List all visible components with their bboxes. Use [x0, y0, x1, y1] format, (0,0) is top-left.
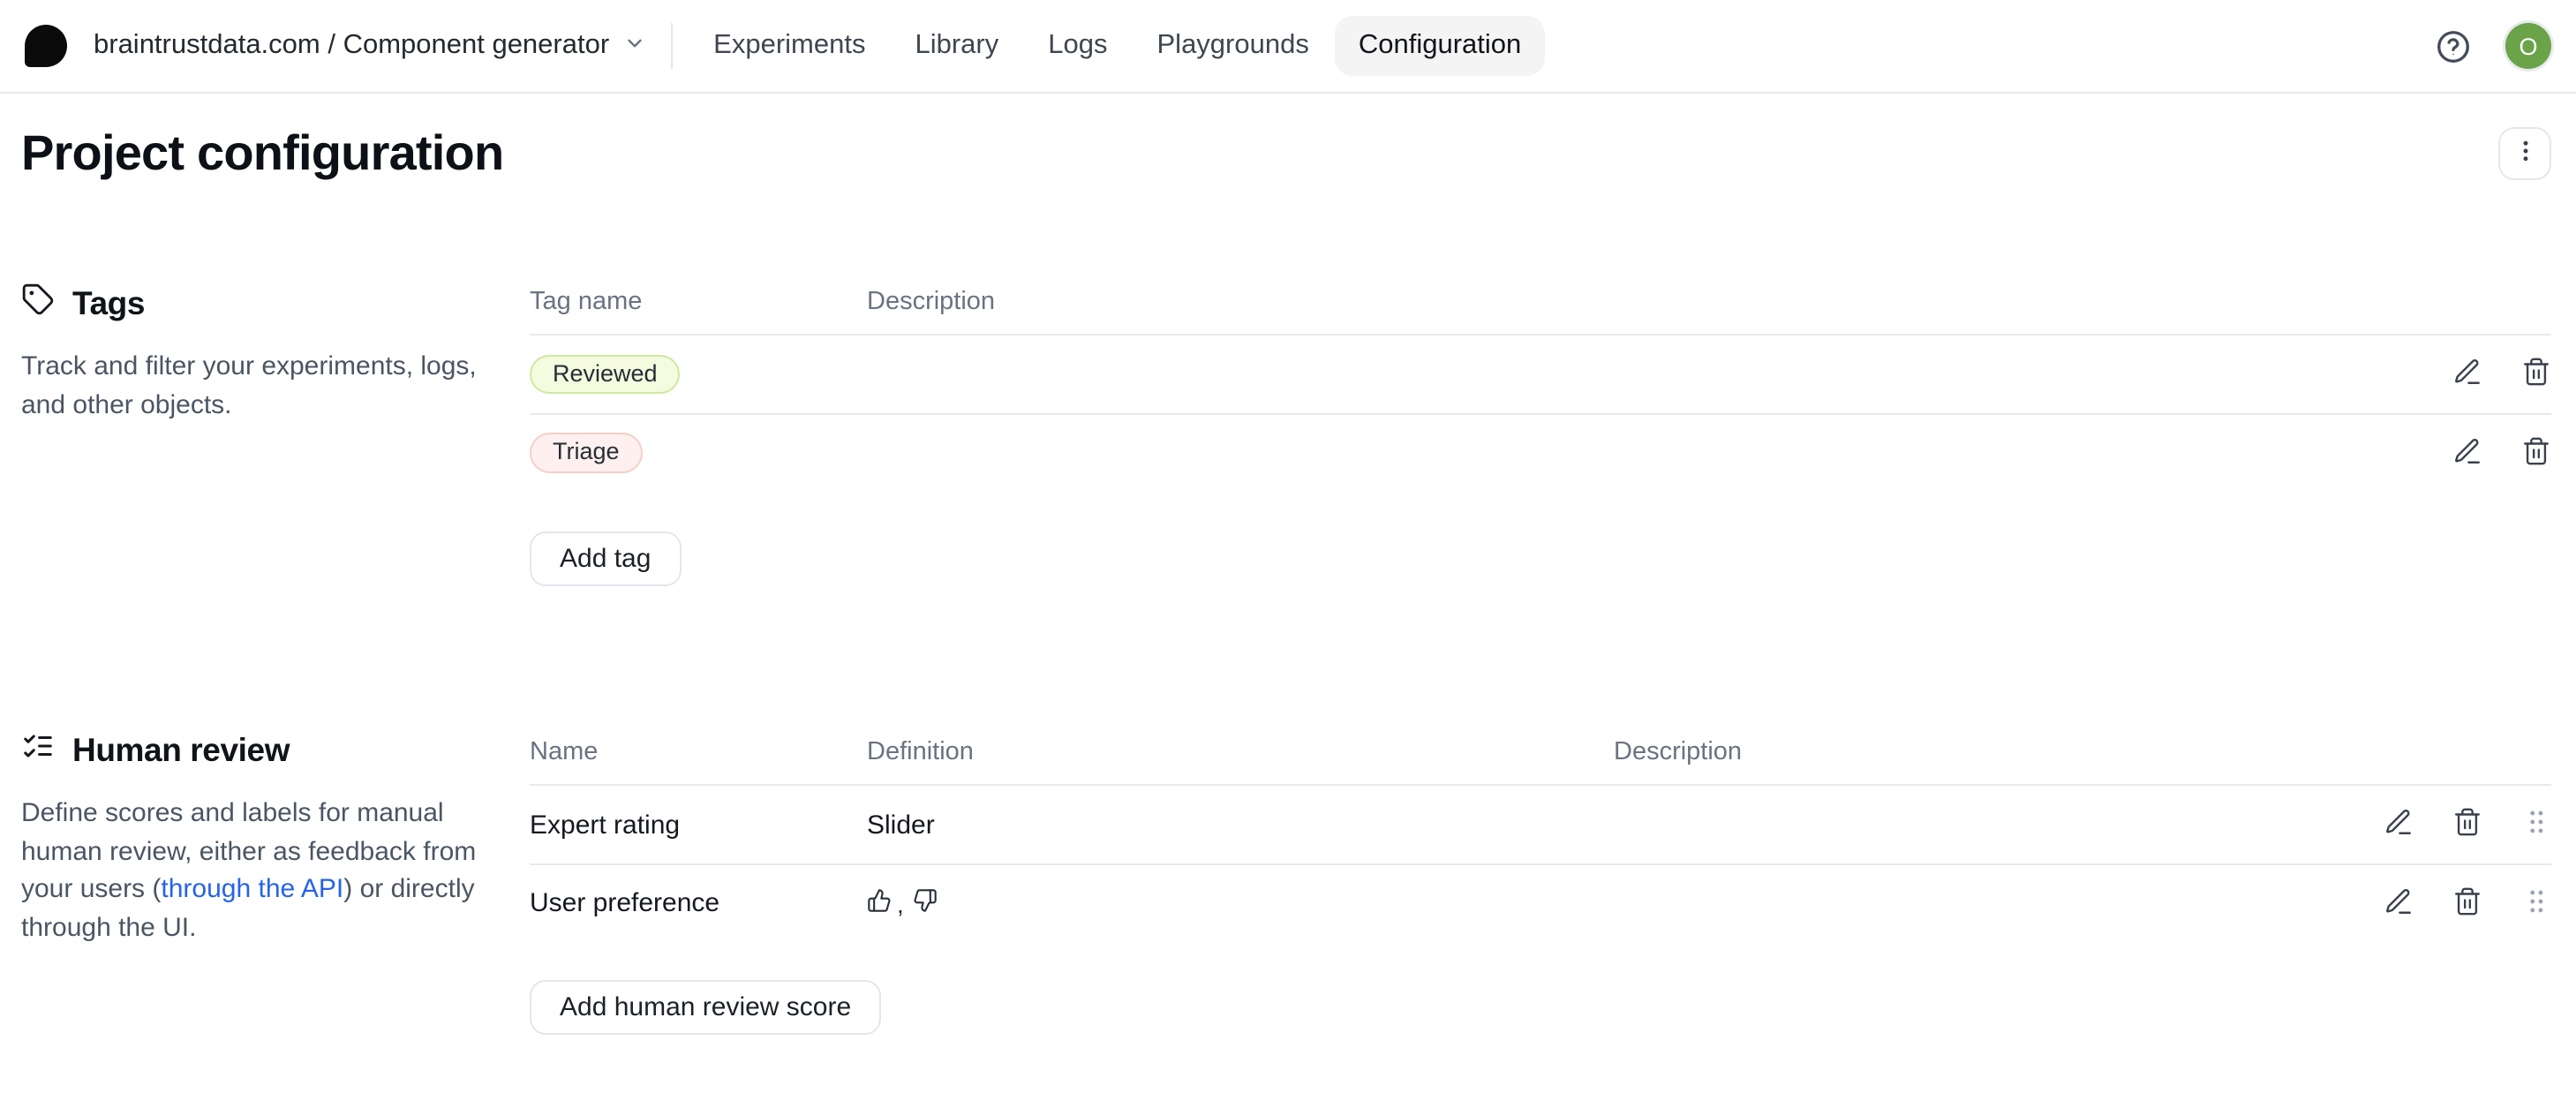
tab-playgrounds[interactable]: Playgrounds — [1134, 16, 1332, 76]
table-row-tag-triage: Triage — [530, 413, 2551, 491]
grip-vertical-icon — [2520, 807, 2550, 842]
human-review-table: Name Definition Description Expert ratin… — [530, 719, 2551, 1035]
pencil-icon — [2383, 886, 2413, 921]
tags-col-tag-name: Tag name — [530, 287, 867, 315]
row-actions — [2382, 809, 2551, 840]
thumbs-down-icon — [913, 888, 938, 918]
tags-section-side: Tags Track and filter your experiments, … — [21, 268, 530, 424]
score-name-cell: User preference — [530, 888, 867, 918]
avatar-initial: O — [2519, 33, 2537, 59]
page-menu-button[interactable] — [2498, 127, 2551, 180]
breadcrumb-label: braintrustdata.com / Component generator — [94, 30, 609, 62]
tag-icon — [21, 283, 55, 325]
human-review-section: Human review Define scores and labels fo… — [21, 719, 2551, 1035]
tags-table-header: Tag name Description — [530, 268, 2551, 335]
page-content: Tags Track and filter your experiments, … — [0, 268, 2576, 1035]
delete-tag-button[interactable] — [2520, 437, 2551, 469]
pencil-icon — [2452, 357, 2482, 392]
avatar[interactable]: O — [2505, 23, 2551, 69]
trash-icon — [2520, 357, 2550, 392]
tags-section: Tags Track and filter your experiments, … — [21, 268, 2551, 586]
edit-tag-button[interactable] — [2451, 358, 2482, 390]
through-the-api-link[interactable]: through the API — [161, 874, 343, 904]
human-review-heading-label: Human review — [72, 731, 290, 770]
human-review-section-description: Define scores and labels for manual huma… — [21, 795, 494, 946]
trash-icon — [2452, 807, 2482, 842]
edit-score-button[interactable] — [2382, 809, 2414, 840]
score-definition-cell: Slider — [867, 810, 1614, 840]
tags-section-description: Track and filter your experiments, logs,… — [21, 348, 494, 424]
delete-tag-button[interactable] — [2520, 358, 2551, 390]
braintrust-logo — [25, 25, 67, 67]
human-review-table-header: Name Definition Description — [530, 719, 2551, 786]
navbar-divider — [671, 23, 673, 69]
help-circle-icon[interactable] — [2433, 26, 2472, 65]
tab-logs[interactable]: Logs — [1025, 16, 1130, 76]
add-human-review-score-button[interactable]: Add human review score — [530, 980, 881, 1035]
trash-icon — [2520, 435, 2550, 471]
tab-library[interactable]: Library — [892, 16, 1021, 76]
human-review-section-side: Human review Define scores and labels fo… — [21, 719, 530, 946]
tags-heading-label: Tags — [72, 284, 145, 323]
hr-col-description: Description — [1614, 737, 2551, 765]
tags-section-heading: Tags — [21, 283, 494, 325]
chevron-down-icon — [623, 28, 646, 64]
table-row-expert-rating: Expert rating Slider — [530, 786, 2551, 863]
edit-score-button[interactable] — [2382, 887, 2414, 919]
definition-separator: , — [897, 889, 904, 917]
thumbs-up-icon — [867, 888, 892, 918]
page-title: Project configuration — [21, 127, 2551, 180]
pencil-icon — [2452, 435, 2482, 471]
table-row-tag-reviewed: Reviewed — [530, 335, 2551, 413]
pencil-icon — [2383, 807, 2413, 842]
tags-col-description: Description — [867, 287, 2551, 315]
add-tag-button[interactable]: Add tag — [530, 531, 681, 586]
score-definition-cell: , — [867, 888, 1614, 918]
hr-col-name: Name — [530, 737, 867, 765]
tab-experiments[interactable]: Experiments — [690, 16, 888, 76]
drag-handle[interactable] — [2520, 887, 2551, 919]
edit-tag-button[interactable] — [2451, 437, 2482, 469]
top-navbar: braintrustdata.com / Component generator… — [0, 0, 2576, 94]
hr-col-definition: Definition — [867, 737, 1614, 765]
drag-handle[interactable] — [2520, 809, 2551, 840]
score-name-cell: Expert rating — [530, 810, 867, 840]
human-review-section-heading: Human review — [21, 729, 494, 772]
table-row-user-preference: User preference , — [530, 863, 2551, 941]
grip-vertical-icon — [2520, 886, 2550, 921]
row-actions — [2451, 358, 2551, 390]
breadcrumb[interactable]: braintrustdata.com / Component generator — [94, 28, 646, 64]
project-tabs: Experiments Library Logs Playgrounds Con… — [690, 16, 1544, 76]
tag-badge-triage: Triage — [530, 433, 643, 473]
row-actions — [2451, 437, 2551, 469]
tag-badge-reviewed: Reviewed — [530, 355, 681, 395]
trash-icon — [2452, 886, 2482, 921]
delete-score-button[interactable] — [2451, 809, 2482, 840]
tab-configuration[interactable]: Configuration — [1336, 16, 1544, 76]
list-checks-icon — [21, 729, 55, 772]
app-root: braintrustdata.com / Component generator… — [0, 0, 2576, 1093]
page-header: Project configuration — [0, 94, 2576, 180]
row-actions — [2382, 887, 2551, 919]
delete-score-button[interactable] — [2451, 887, 2482, 919]
kebab-menu-icon — [2512, 138, 2538, 170]
tags-table: Tag name Description Reviewed — [530, 268, 2551, 586]
